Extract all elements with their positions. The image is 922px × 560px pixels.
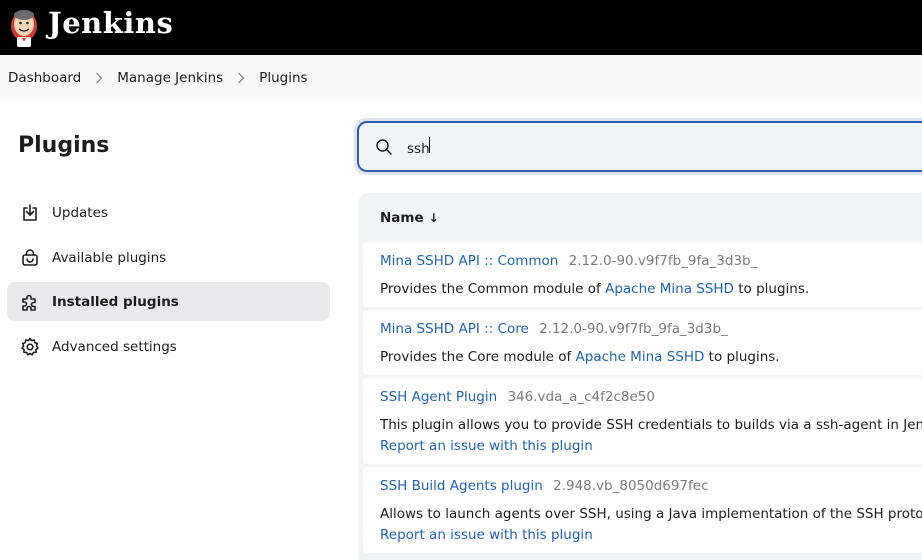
plugin-version: 346.vda_a_c4f2c8e50: [507, 389, 655, 405]
table-row: SSH Agent Plugin 346.vda_a_c4f2c8e50 Thi…: [363, 378, 922, 464]
plugin-name-link[interactable]: Mina SSHD API :: Common: [380, 253, 558, 269]
column-header-label: Name: [380, 210, 424, 226]
jenkins-logo-icon[interactable]: [8, 6, 40, 48]
plugin-description: Provides the Common module of Apache Min…: [380, 281, 809, 297]
plugin-name-link[interactable]: SSH Build Agents plugin: [380, 478, 543, 494]
description-text: Provides the Common module of: [380, 281, 606, 297]
plugin-description: Provides the Core module of Apache Mina …: [380, 349, 780, 365]
report-issue-link[interactable]: Report an issue with this plugin: [380, 438, 593, 454]
puzzle-icon: [19, 291, 41, 313]
description-text: Provides the Core module of: [380, 349, 576, 365]
search-input[interactable]: ssh: [407, 136, 430, 157]
description-link[interactable]: Apache Mina SSHD: [605, 281, 734, 297]
plugin-description: This plugin allows you to provide SSH cr…: [380, 417, 922, 433]
text-caret: [428, 136, 430, 153]
table-row: SSH Build Agents plugin 2.948.vb_8050d69…: [363, 467, 922, 553]
search-value: ssh: [407, 140, 430, 157]
plugin-version: 2.12.0-90.v9f7fb_9fa_3d3b_: [568, 253, 758, 269]
breadcrumb-dashboard[interactable]: Dashboard: [8, 70, 81, 86]
sidebar-item-available-plugins[interactable]: Available plugins: [7, 238, 330, 277]
sidebar-item-label: Installed plugins: [52, 293, 179, 310]
description-text: to plugins.: [704, 349, 780, 365]
description-text: to plugins.: [733, 281, 810, 297]
sidebar-item-label: Updates: [52, 204, 108, 221]
plugin-description: Allows to launch agents over SSH, using …: [380, 506, 922, 522]
sidebar-item-label: Available plugins: [52, 249, 167, 266]
breadcrumb-plugins[interactable]: Plugins: [259, 70, 307, 86]
sidebar-item-label: Advanced settings: [52, 338, 177, 355]
sidebar-item-installed-plugins[interactable]: Installed plugins: [7, 282, 330, 321]
table-row: Mina SSHD API :: Core 2.12.0-90.v9f7fb_9…: [363, 310, 922, 375]
plugins-table: Name ↓ Mina SSHD API :: Common 2.12.0-90…: [358, 193, 922, 560]
sidebar-item-advanced-settings[interactable]: Advanced settings: [7, 327, 330, 366]
sidebar-item-updates[interactable]: Updates: [7, 193, 330, 232]
download-icon: [19, 202, 41, 224]
breadcrumb-manage-jenkins[interactable]: Manage Jenkins: [117, 70, 223, 86]
plugin-version: 2.12.0-90.v9f7fb_9fa_3d3b_: [539, 321, 728, 337]
search-icon: [375, 138, 393, 156]
plugin-name-link[interactable]: Mina SSHD API :: Core: [380, 321, 529, 337]
table-row: Mina SSHD API :: Common 2.12.0-90.v9f7fb…: [363, 242, 922, 307]
top-bar: Jenkins: [0, 0, 922, 55]
plugin-version: 2.948.vb_8050d697fec: [553, 478, 709, 494]
plugin-name-link[interactable]: SSH Agent Plugin: [380, 389, 497, 405]
page-title: Plugins: [18, 133, 110, 158]
description-link[interactable]: Apache Mina SSHD: [576, 349, 705, 365]
report-issue-link[interactable]: Report an issue with this plugin: [380, 527, 593, 543]
app-name[interactable]: Jenkins: [48, 6, 173, 40]
gear-icon: [19, 336, 41, 358]
column-header-name[interactable]: Name ↓: [380, 210, 439, 226]
shopping-bag-icon: [19, 247, 41, 269]
sort-arrow-icon: ↓: [428, 211, 439, 225]
search-box[interactable]: ssh: [357, 121, 922, 172]
chevron-right-icon: [227, 71, 255, 85]
breadcrumb: Dashboard Manage Jenkins Plugins: [0, 55, 922, 101]
search-bar: ssh: [354, 118, 922, 175]
chevron-right-icon: [85, 71, 113, 85]
